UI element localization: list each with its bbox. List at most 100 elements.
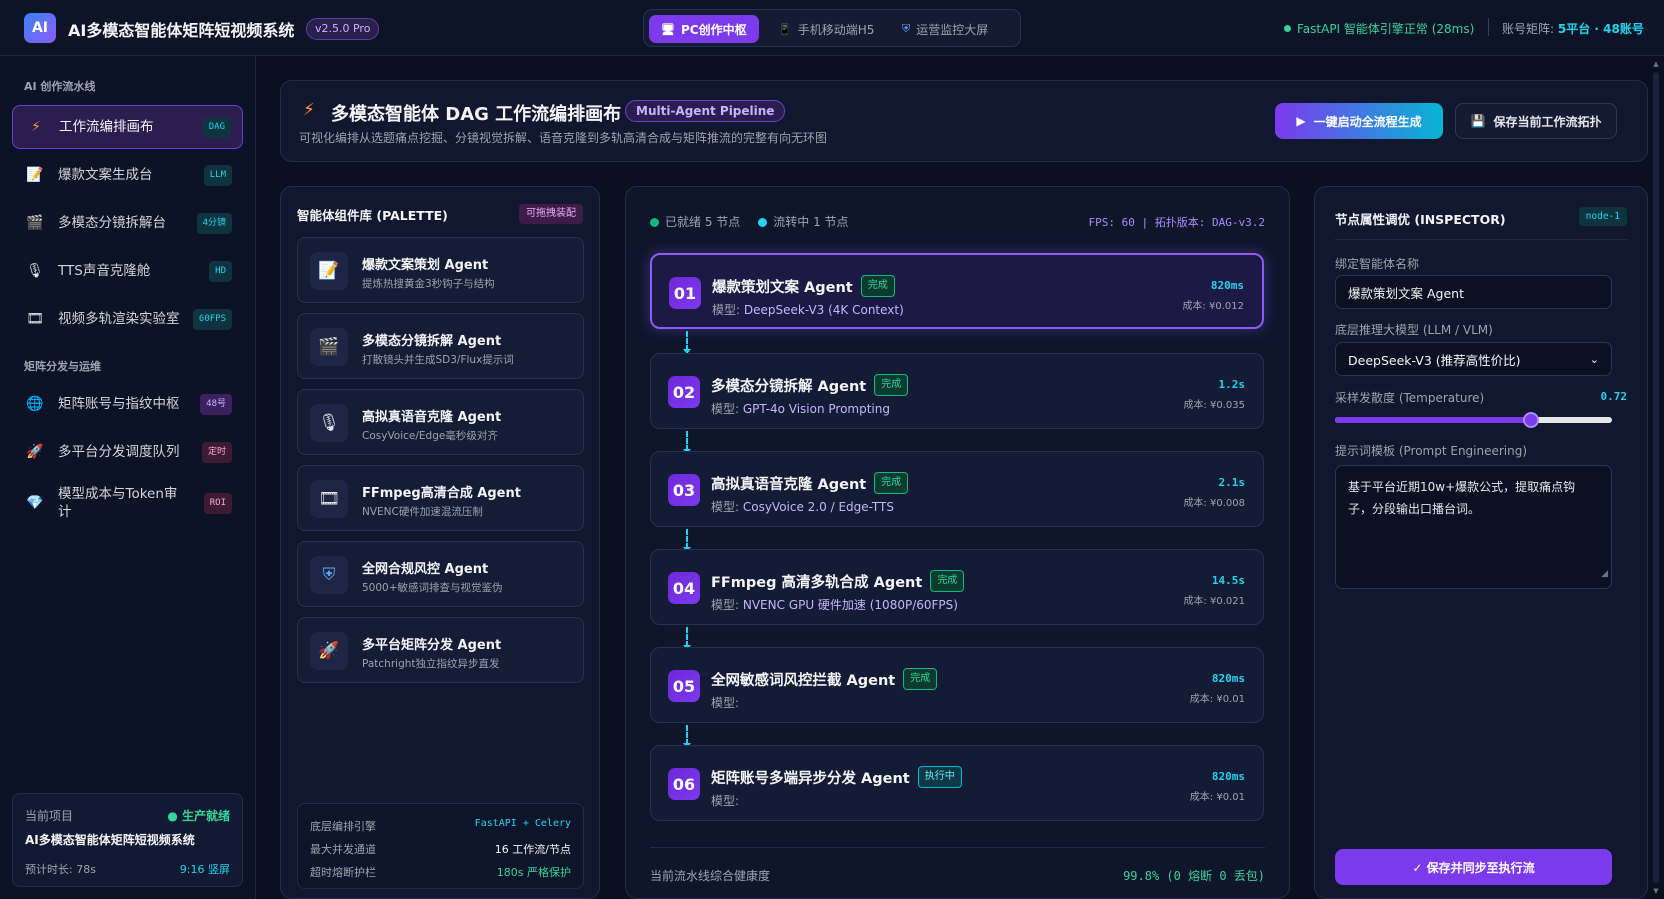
status-badge: 完成 [860, 275, 895, 297]
status-dot-icon [758, 218, 768, 227]
page-scrollbar[interactable]: ▲ ▼ [1652, 60, 1660, 895]
node-model: 模型: DeepSeek-V3 (4K Context) [712, 303, 904, 317]
project-duration: 预计时长: 78s [25, 863, 96, 876]
clapper-icon: 🎬 [310, 328, 348, 366]
node-latency: 820ms [1211, 672, 1245, 685]
node-latency: 14.5s [1211, 574, 1245, 587]
sidebar-item-copywriting[interactable]: 📝 爆款文案生成台 LLM [12, 153, 243, 197]
clapper-icon: 🎬 [26, 215, 44, 231]
status-dot-icon [650, 218, 659, 227]
node-title: 高拟真语音克隆 Agent 完成 [711, 472, 909, 494]
main-header-card: ⚡ 多模态智能体 DAG 工作流编排画布 Multi-Agent Pipelin… [280, 80, 1648, 162]
sidebar-item-tts-clone[interactable]: 🎙 TTS声音克隆舱 HD [12, 249, 243, 293]
health-value: 99.8% (0 熔断 0 丢包) [1123, 869, 1265, 883]
legend-ready: 已就绪 5 节点 [650, 213, 740, 230]
app-logo: AI [24, 13, 56, 43]
sidebar-item-label: 模型成本与Token审计 [58, 486, 178, 520]
inspector-title: 节点属性调优 (INSPECTOR) [1335, 212, 1506, 227]
resize-grip-icon[interactable]: ◢ [1601, 563, 1608, 585]
dag-node-3[interactable]: 03 高拟真语音克隆 Agent 完成 模型: CosyVoice 2.0 / E… [650, 451, 1264, 527]
palette-agent-distribution[interactable]: 🚀 多平台矩阵分发 Agent Patchright独立指纹异步直发 [297, 617, 584, 683]
floppy-icon: 💾 [1470, 114, 1486, 128]
sidebar-item-account-matrix[interactable]: 🌐 矩阵账号与指纹中枢 48号 [12, 382, 243, 426]
rocket-icon: 🚀 [26, 444, 44, 460]
node-cost: 成本: ¥0.01 [1189, 792, 1245, 803]
node-number: 01 [669, 277, 701, 309]
palette-agent-voice-clone[interactable]: 🎙 高拟真语音克隆 Agent CosyVoice/Edge毫秒级对齐 [297, 389, 584, 455]
sidebar-item-cost-audit[interactable]: 💎 模型成本与Token审计 ROI [12, 478, 243, 528]
dag-canvas: 已就绪 5 节点 流转中 1 节点 FPS: 60 | 拓扑版本: DAG-v3… [625, 186, 1290, 899]
page-title: 多模态智能体 DAG 工作流编排画布 [331, 104, 622, 125]
model-select[interactable]: DeepSeek-V3 (推荐高性价比) ⌄ [1335, 342, 1612, 376]
node-cost: 成本: ¥0.01 [1189, 694, 1245, 705]
canvas-meta: FPS: 60 | 拓扑版本: DAG-v3.2 [1088, 216, 1265, 229]
dag-node-6[interactable]: 06 矩阵账号多端异步分发 Agent 执行中 模型: 820ms 成本: ¥0.… [650, 745, 1264, 821]
slider-thumb[interactable] [1523, 412, 1539, 428]
tab-label: PC创作中枢 [680, 22, 747, 37]
sidebar-item-render-lab[interactable]: 🎞 视频多轨渲染实验室 60FPS [12, 297, 243, 341]
node-number: 02 [668, 376, 700, 408]
sidebar-item-badge: ROI [203, 492, 232, 514]
globe-icon: 🌐 [26, 396, 44, 412]
run-pipeline-button[interactable]: ▶ 一键启动全流程生成 [1275, 103, 1443, 139]
status-badge: 执行中 [917, 766, 962, 788]
dag-node-4[interactable]: 04 FFmpeg 高清多轨合成 Agent 完成 模型: NVENC GPU 硬… [650, 549, 1264, 625]
spec-row: 最大并发通道 16 工作流/节点 [310, 843, 571, 856]
prompt-textarea[interactable]: 基于平台近期10w+爆款公式，提取痛点钩子，分段输出口播台词。 ◢ [1335, 465, 1612, 589]
dag-node-5[interactable]: 05 全网敏感词风控拦截 Agent 完成 模型: 820ms 成本: ¥0.01 [650, 647, 1264, 723]
sidebar-item-badge: DAG [202, 116, 231, 138]
node-title: 多模态分镜拆解 Agent 完成 [711, 374, 909, 396]
palette-agent-storyboard[interactable]: 🎬 多模态分镜拆解 Agent 打散镜头并生成SD3/Flux提示词 [297, 313, 584, 379]
spec-row: 底层编排引擎 FastAPI + Celery [310, 818, 571, 833]
top-bar: AI AI多模态智能体矩阵短视频系统 v2.5.0 Pro 🖥 PC创作中枢 📱… [0, 0, 1664, 56]
film-icon: 🎞 [310, 480, 348, 518]
node-cost: 成本: ¥0.008 [1183, 498, 1245, 509]
sidebar-item-label: 多模态分镜拆解台 [58, 215, 166, 231]
dag-node-2[interactable]: 02 多模态分镜拆解 Agent 完成 模型: GPT-4o Vision Pro… [650, 353, 1264, 429]
status-dot-icon [1284, 25, 1291, 32]
sidebar-item-workflow-canvas[interactable]: ⚡ 工作流编排画布 DAG [12, 105, 243, 149]
project-key: 当前项目 [25, 809, 74, 823]
microphone-icon: 🎙 [310, 404, 348, 442]
sidebar-item-badge: HD [209, 260, 232, 282]
agent-desc: CosyVoice/Edge毫秒级对齐 [362, 430, 498, 442]
palette-agent-copywriting[interactable]: 📝 爆款文案策划 Agent 提炼热搜黄金3秒钩子与结构 [297, 237, 584, 303]
temperature-value: 0.72 [1600, 390, 1628, 403]
tab-ops-dashboard[interactable]: ⛨ 运营监控大屏 [890, 15, 1000, 43]
agent-desc: NVENC硬件加速混流压制 [362, 506, 483, 518]
palette-agent-compliance[interactable]: ⛨ 全网合规风控 Agent 5000+敏感词排查与视觉鉴伪 [297, 541, 584, 607]
node-model: 模型: GPT-4o Vision Prompting [711, 402, 890, 416]
save-topology-button[interactable]: 💾 保存当前工作流拓扑 [1455, 103, 1617, 139]
tab-pc-studio[interactable]: 🖥 PC创作中枢 [649, 15, 759, 43]
model-label: 底层推理大模型 (LLM / VLM) [1335, 323, 1493, 337]
agent-desc: Patchright独立指纹异步直发 [362, 658, 500, 670]
palette-agent-ffmpeg[interactable]: 🎞 FFmpeg高清合成 Agent NVENC硬件加速混流压制 [297, 465, 584, 531]
tab-mobile-h5[interactable]: 📱 手机移动端H5 [766, 15, 886, 43]
monitor-icon: 🖥 [661, 22, 675, 36]
sidebar: AI 创作流水线 ⚡ 工作流编排画布 DAG 📝 爆款文案生成台 LLM 🎬 多… [0, 56, 256, 899]
node-cost: 成本: ¥0.035 [1183, 400, 1245, 411]
agent-name: 高拟真语音克隆 Agent [362, 410, 502, 425]
scroll-down-icon[interactable]: ▼ [1652, 887, 1660, 895]
node-number: 03 [668, 474, 700, 506]
sidebar-item-storyboard[interactable]: 🎬 多模态分镜拆解台 4分镜 [12, 201, 243, 245]
scroll-up-icon[interactable]: ▲ [1652, 60, 1660, 68]
spec-row: 超时熔断护栏 180s 严格保护 [310, 866, 571, 879]
scroll-thumb[interactable] [1653, 72, 1659, 883]
dag-node-1[interactable]: 01 爆款策划文案 Agent 完成 模型: DeepSeek-V3 (4K Co… [650, 253, 1264, 329]
save-sync-button[interactable]: ✓ 保存并同步至执行流 [1335, 849, 1612, 885]
canvas-legend: 已就绪 5 节点 流转中 1 节点 [650, 213, 849, 230]
sidebar-item-label: 矩阵账号与指纹中枢 [58, 396, 180, 412]
slider-fill [1335, 417, 1531, 423]
engine-status: FastAPI 智能体引擎正常 (28ms) [1284, 20, 1474, 37]
prompt-label: 提示词模板 (Prompt Engineering) [1335, 444, 1528, 458]
sidebar-item-label: 工作流编排画布 [59, 119, 154, 135]
agent-name-field[interactable]: 爆款策划文案 Agent [1335, 275, 1612, 309]
pipeline-pill: Multi-Agent Pipeline [625, 100, 786, 122]
node-title: 矩阵账号多端异步分发 Agent 执行中 [711, 766, 962, 788]
temperature-slider[interactable] [1335, 412, 1612, 428]
node-model: 模型: CosyVoice 2.0 / Edge-TTS [711, 500, 894, 514]
sidebar-item-dispatch-queue[interactable]: 🚀 多平台分发调度队列 定时 [12, 430, 243, 474]
chevron-down-icon: ⌄ [1589, 352, 1599, 366]
version-badge: v2.5.0 Pro [306, 18, 380, 40]
